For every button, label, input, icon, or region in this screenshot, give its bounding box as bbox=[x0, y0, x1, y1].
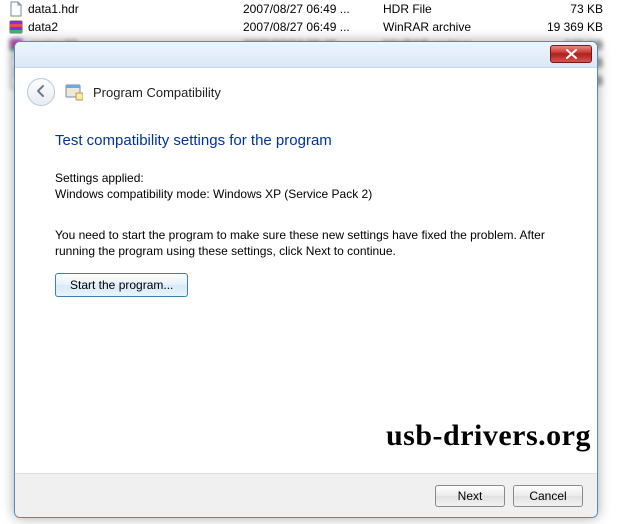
file-type: WinRAR archive bbox=[383, 20, 523, 34]
arrow-left-icon bbox=[34, 84, 48, 101]
settings-applied-value: Windows compatibility mode: Windows XP (… bbox=[55, 187, 565, 201]
file-date: 2007/08/27 06:49 ... bbox=[243, 2, 383, 16]
file-row[interactable]: data1.hdr 2007/08/27 06:49 ...HDR File73 … bbox=[8, 0, 614, 18]
file-type: HDR File bbox=[383, 2, 523, 16]
back-button[interactable] bbox=[27, 78, 55, 106]
close-icon bbox=[566, 49, 577, 59]
file-name: data1.hdr bbox=[28, 2, 79, 16]
wizard-title: Program Compatibility bbox=[93, 85, 221, 100]
close-button[interactable] bbox=[550, 45, 592, 63]
file-name: data2 bbox=[28, 20, 58, 34]
cancel-button[interactable]: Cancel bbox=[513, 485, 583, 507]
watermark-text: usb-drivers.org bbox=[386, 419, 591, 453]
dialog-header: Program Compatibility bbox=[15, 68, 597, 112]
next-button[interactable]: Next bbox=[435, 485, 505, 507]
file-type-icon bbox=[8, 19, 24, 35]
wizard-app-icon bbox=[65, 83, 83, 101]
dialog-titlebar bbox=[15, 42, 597, 68]
compatibility-dialog: Program Compatibility Test compatibility… bbox=[14, 41, 598, 518]
file-date: 2007/08/27 06:49 ... bbox=[243, 20, 383, 34]
page-heading: Test compatibility settings for the prog… bbox=[55, 132, 565, 149]
instruction-text: You need to start the program to make su… bbox=[55, 227, 565, 259]
file-size: 19 369 KB bbox=[523, 20, 603, 34]
file-type-icon bbox=[8, 1, 24, 17]
dialog-footer: Next Cancel bbox=[15, 473, 597, 517]
file-size: 73 KB bbox=[523, 2, 603, 16]
settings-applied-label: Settings applied: bbox=[55, 171, 565, 185]
start-program-button[interactable]: Start the program... bbox=[55, 273, 188, 297]
file-row[interactable]: data2 2007/08/27 06:49 ...WinRAR archive1… bbox=[8, 18, 614, 36]
